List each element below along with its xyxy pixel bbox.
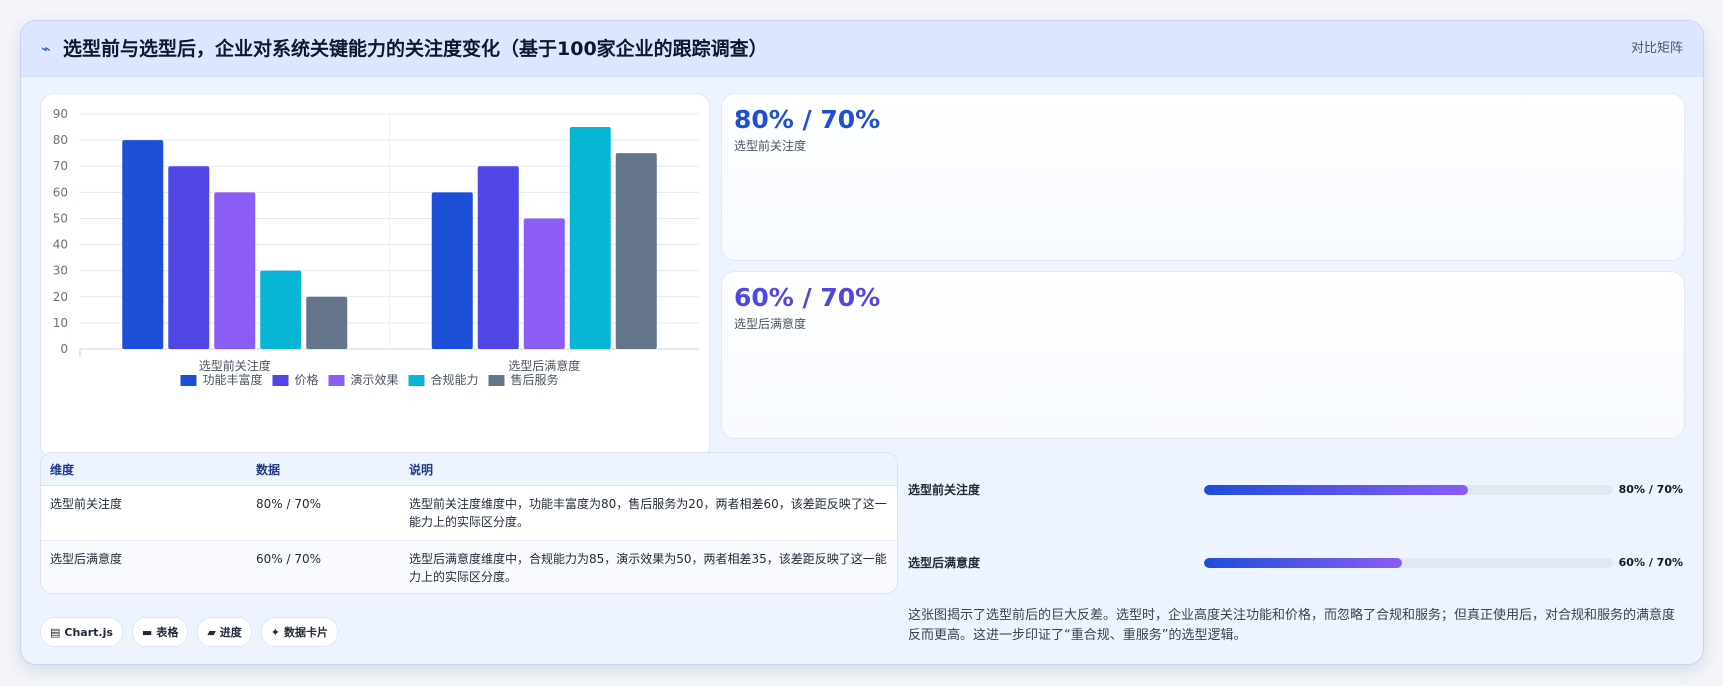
stat-value: 60% / 70% bbox=[734, 283, 881, 312]
progress-label: 选型前关注度 bbox=[908, 483, 981, 497]
table-icon: ▬ bbox=[141, 625, 153, 639]
progress-fill bbox=[1204, 485, 1468, 495]
x-tick-label: 选型前关注度 bbox=[199, 358, 271, 373]
bar bbox=[523, 218, 565, 349]
progress-value: 60% / 70% bbox=[1618, 556, 1683, 569]
bar bbox=[306, 296, 348, 349]
bar bbox=[260, 270, 302, 349]
progress-fill bbox=[1204, 558, 1403, 568]
bar bbox=[122, 140, 164, 349]
y-tick-label: 90 bbox=[53, 107, 68, 121]
progress-row-before: 选型前关注度 80% / 70% bbox=[908, 480, 1683, 500]
y-tick-label: 60 bbox=[53, 185, 68, 199]
progress-track bbox=[1204, 485, 1613, 495]
chip-chartjs[interactable]: ▤ Chart.js bbox=[40, 617, 123, 647]
progress-icon: ▰ bbox=[207, 625, 216, 639]
line-chart-icon: ⌁ bbox=[41, 39, 51, 58]
progress-row-after: 选型后满意度 60% / 70% bbox=[908, 553, 1683, 573]
table-row: 选型后满意度 60% / 70% 选型后满意度维度中，合规能力为85，演示效果为… bbox=[41, 540, 897, 593]
sparkle-icon: ✦ bbox=[270, 625, 281, 639]
legend-swatch bbox=[408, 375, 425, 386]
progress-track bbox=[1204, 558, 1613, 568]
legend-label: 售后服务 bbox=[511, 372, 559, 387]
cell-data: 80% / 70% bbox=[247, 485, 400, 541]
y-tick-label: 30 bbox=[53, 264, 68, 278]
chip-label: Chart.js bbox=[64, 625, 113, 639]
cell-note: 选型前关注度维度中，功能丰富度为80，售后服务为20，两者相差60，该差距反映了… bbox=[400, 485, 897, 541]
card-title: 选型前与选型后，企业对系统关键能力的关注度变化（基于100家企业的跟踪调查） bbox=[63, 38, 768, 60]
stat-card-before: 80% / 70% 选型前关注度 bbox=[721, 93, 1685, 261]
chart-icon: ▤ bbox=[50, 625, 61, 639]
card-header: ⌁ 选型前与选型后，企业对系统关键能力的关注度变化（基于100家企业的跟踪调查）… bbox=[21, 21, 1703, 77]
x-tick-label: 选型后满意度 bbox=[508, 358, 580, 373]
legend-label: 演示效果 bbox=[351, 372, 399, 387]
legend-label: 合规能力 bbox=[431, 372, 479, 387]
y-tick-label: 70 bbox=[53, 159, 68, 173]
y-tick-label: 80 bbox=[53, 133, 68, 147]
legend-swatch bbox=[180, 375, 197, 386]
legend-swatch bbox=[488, 375, 505, 386]
bar-chart: 0 10 20 30 40 50 60 70 80 90 选型前关注度 选型后满意度功能丰富度 价格 演示… bbox=[53, 107, 699, 387]
legend-swatch bbox=[272, 375, 289, 386]
comparison-card: ⌁ 选型前与选型后，企业对系统关键能力的关注度变化（基于100家企业的跟踪调查）… bbox=[20, 20, 1704, 665]
bar bbox=[615, 153, 657, 349]
data-table: 维度 数据 说明 选型前关注度 80% / 70% 选型前关注度维度中，功能丰富… bbox=[40, 452, 898, 594]
bar bbox=[477, 166, 519, 349]
chip-table[interactable]: ▬ 表格 bbox=[131, 617, 189, 647]
cell-dimension: 选型后满意度 bbox=[41, 540, 247, 593]
chip-label: 数据卡片 bbox=[284, 626, 329, 639]
y-tick-label: 50 bbox=[53, 211, 68, 225]
cell-data: 60% / 70% bbox=[247, 540, 400, 593]
bar bbox=[214, 192, 256, 349]
comparison-matrix-link[interactable]: 对比矩阵 bbox=[1631, 40, 1683, 58]
legend-label: 价格 bbox=[295, 372, 319, 387]
chip-label: 表格 bbox=[156, 626, 179, 639]
chip-progress[interactable]: ▰ 进度 bbox=[197, 617, 252, 647]
stat-label: 选型后满意度 bbox=[734, 317, 807, 331]
progress-value: 80% / 70% bbox=[1618, 483, 1683, 496]
summary-text: 这张图揭示了选型前后的巨大反差。选型时，企业高度关注功能和价格，而忽略了合规和服… bbox=[908, 608, 1676, 643]
chip-data-card[interactable]: ✦ 数据卡片 bbox=[260, 617, 339, 647]
cell-note: 选型后满意度维度中，合规能力为85，演示效果为50，两者相差35，该差距反映了这… bbox=[400, 540, 897, 593]
y-tick-label: 0 bbox=[60, 342, 68, 356]
y-tick-label: 40 bbox=[53, 238, 68, 252]
cell-dimension: 选型前关注度 bbox=[41, 485, 247, 541]
bar bbox=[569, 127, 611, 349]
y-tick-label: 20 bbox=[53, 290, 68, 304]
legend-label: 功能丰富度 bbox=[203, 372, 263, 387]
table-row: 选型前关注度 80% / 70% 选型前关注度维度中，功能丰富度为80，售后服务… bbox=[41, 485, 897, 541]
bar bbox=[168, 166, 210, 349]
stat-label: 选型前关注度 bbox=[734, 139, 807, 153]
column-header-note: 说明 bbox=[400, 453, 897, 486]
tag-chips: ▤ Chart.js ▬ 表格 ▰ 进度 ✦ 数据卡片 bbox=[40, 617, 339, 647]
y-tick-label: 10 bbox=[53, 316, 68, 330]
bar bbox=[431, 192, 473, 349]
chart-panel: 0 10 20 30 40 50 60 70 80 90 选型前关注度 选型后满意度功能丰富度 价格 演示… bbox=[40, 93, 710, 459]
stat-card-after: 60% / 70% 选型后满意度 bbox=[721, 271, 1685, 439]
progress-label: 选型后满意度 bbox=[908, 556, 981, 570]
column-header-dimension: 维度 bbox=[41, 453, 247, 486]
stat-value: 80% / 70% bbox=[734, 105, 881, 134]
chip-label: 进度 bbox=[219, 626, 242, 639]
table-header-row: 维度 数据 说明 bbox=[41, 453, 897, 486]
legend-swatch bbox=[328, 375, 345, 386]
column-header-data: 数据 bbox=[247, 453, 400, 486]
